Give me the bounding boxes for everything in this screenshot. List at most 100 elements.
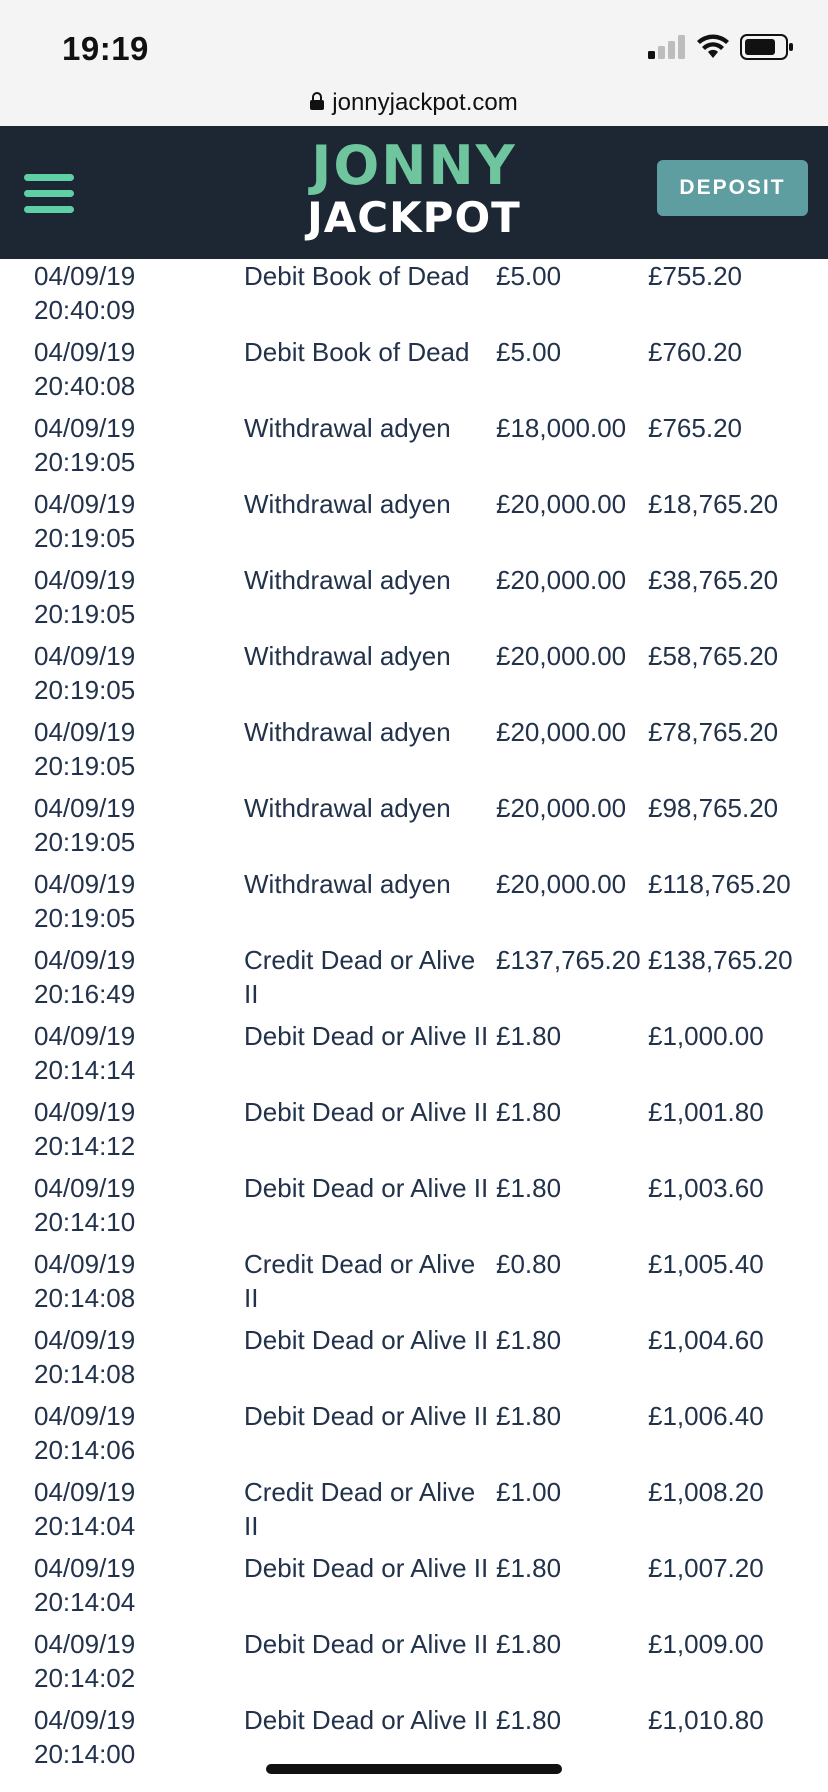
status-time: 19:19 <box>62 30 149 67</box>
transaction-date: 04/09/19 <box>34 337 136 367</box>
transaction-date: 04/09/19 <box>34 1401 136 1431</box>
transaction-date: 04/09/19 <box>34 869 136 899</box>
transaction-amount: £20,000.00 <box>496 565 627 595</box>
transaction-time: 20:14:10 <box>34 1207 136 1237</box>
transaction-date: 04/09/19 <box>34 565 136 595</box>
transaction-description: Credit Dead or Alive II <box>244 1477 476 1541</box>
transaction-date: 04/09/19 <box>34 489 136 519</box>
transaction-amount: £1.80 <box>496 1325 562 1355</box>
browser-url-bar[interactable]: jonnyjackpot.com <box>0 80 828 126</box>
transaction-amount: £1.80 <box>496 1705 562 1735</box>
transaction-date: 04/09/19 <box>34 1097 136 1127</box>
transaction-datetime: 04/09/19 20:14:04 <box>34 1551 234 1619</box>
transaction-balance: £1,001.80 <box>648 1097 764 1127</box>
table-row: 04/09/19 20:14:10 Debit Dead or Alive II £1… <box>0 1165 828 1241</box>
transaction-date: 04/09/19 <box>34 1553 136 1583</box>
status-bar: 19:19 <box>0 0 828 80</box>
transaction-balance: £1,004.60 <box>648 1325 764 1355</box>
home-indicator[interactable] <box>266 1764 562 1774</box>
wifi-icon <box>696 34 730 65</box>
transaction-date: 04/09/19 <box>34 1249 136 1279</box>
deposit-button[interactable]: DEPOSIT <box>657 160 808 216</box>
transaction-date: 04/09/19 <box>34 1705 136 1735</box>
table-row: 04/09/19 20:14:12 Debit Dead or Alive II £1… <box>0 1089 828 1165</box>
transaction-time: 20:19:05 <box>34 675 136 705</box>
transaction-description: Withdrawal adyen <box>244 793 451 823</box>
transaction-datetime: 04/09/19 20:14:04 <box>34 1475 234 1543</box>
hamburger-menu-icon[interactable] <box>24 174 74 214</box>
transaction-description: Credit Dead or Alive II <box>244 1249 476 1313</box>
transaction-amount: £1.00 <box>496 1477 562 1507</box>
site-header: JONNY JACKPOT DEPOSIT <box>0 126 828 259</box>
transaction-balance: £1,006.40 <box>648 1401 764 1431</box>
transaction-amount: £5.00 <box>496 337 562 367</box>
transaction-amount: £20,000.00 <box>496 641 627 671</box>
table-row: 04/09/19 20:16:49 Credit Dead or Alive II £… <box>0 937 828 1013</box>
transaction-description: Debit Dead or Alive II <box>244 1021 489 1051</box>
table-row: 04/09/19 20:14:04 Debit Dead or Alive II £1… <box>0 1545 828 1621</box>
transaction-description: Withdrawal adyen <box>244 565 451 595</box>
transaction-description: Debit Dead or Alive II <box>244 1173 489 1203</box>
table-row: 04/09/19 20:19:05 Withdrawal adyen £20,000.… <box>0 785 828 861</box>
transaction-description: Debit Book of Dead <box>244 261 470 291</box>
transaction-amount: £1.80 <box>496 1021 562 1051</box>
transaction-date: 04/09/19 <box>34 793 136 823</box>
transaction-time: 20:14:04 <box>34 1511 136 1541</box>
url-text: jonnyjackpot.com <box>332 89 518 116</box>
table-row: 04/09/19 20:14:00 Debit Dead or Alive II £1… <box>0 1697 828 1773</box>
transaction-description: Credit Dead or Alive II <box>244 945 476 1009</box>
transaction-datetime: 04/09/19 20:14:10 <box>34 1171 234 1239</box>
logo-top-text: JONNY <box>311 134 517 197</box>
transaction-balance: £38,765.20 <box>648 565 779 595</box>
transaction-amount: £20,000.00 <box>496 793 627 823</box>
transaction-time: 20:14:08 <box>34 1359 136 1389</box>
table-row: 04/09/19 20:19:05 Withdrawal adyen £20,000.… <box>0 861 828 937</box>
transaction-amount: £20,000.00 <box>496 869 627 899</box>
transaction-balance: £1,000.00 <box>648 1021 764 1051</box>
table-row: 04/09/19 20:19:05 Withdrawal adyen £20,000.… <box>0 709 828 785</box>
jonny-jackpot-logo[interactable]: JONNY JACKPOT <box>300 138 528 248</box>
transaction-datetime: 04/09/19 20:14:06 <box>34 1399 234 1467</box>
transaction-time: 20:16:49 <box>34 979 136 1009</box>
transaction-datetime: 04/09/19 20:19:05 <box>34 411 234 479</box>
transaction-balance: £58,765.20 <box>648 641 779 671</box>
transaction-balance: £755.20 <box>648 261 742 291</box>
transaction-balance: £1,010.80 <box>648 1705 764 1735</box>
transaction-description: Withdrawal adyen <box>244 489 451 519</box>
transaction-time: 20:19:05 <box>34 599 136 629</box>
transaction-description: Withdrawal adyen <box>244 717 451 747</box>
table-row: 04/09/19 20:14:06 Debit Dead or Alive II £1… <box>0 1393 828 1469</box>
transaction-datetime: 04/09/19 20:40:09 <box>34 259 234 327</box>
transaction-datetime: 04/09/19 20:14:02 <box>34 1627 234 1695</box>
transaction-datetime: 04/09/19 20:19:05 <box>34 639 234 707</box>
transaction-time: 20:19:05 <box>34 751 136 781</box>
transaction-date: 04/09/19 <box>34 1477 136 1507</box>
transaction-balance: £98,765.20 <box>648 793 779 823</box>
transaction-amount: £5.00 <box>496 261 562 291</box>
transaction-date: 04/09/19 <box>34 1173 136 1203</box>
transaction-description: Debit Dead or Alive II <box>244 1705 489 1735</box>
transaction-datetime: 04/09/19 20:19:05 <box>34 791 234 859</box>
table-row: 04/09/19 20:14:02 Debit Dead or Alive II £1… <box>0 1621 828 1697</box>
transaction-datetime: 04/09/19 20:14:08 <box>34 1323 234 1391</box>
transaction-time: 20:14:12 <box>34 1131 136 1161</box>
table-row: 04/09/19 20:19:05 Withdrawal adyen £18,000.… <box>0 405 828 481</box>
table-row: 04/09/19 20:14:08 Credit Dead or Alive II £… <box>0 1241 828 1317</box>
transaction-amount: £1.80 <box>496 1097 562 1127</box>
transaction-balance: £760.20 <box>648 337 742 367</box>
transaction-description: Debit Dead or Alive II <box>244 1097 489 1127</box>
transaction-amount: £0.80 <box>496 1249 562 1279</box>
transaction-amount: £1.80 <box>496 1629 562 1659</box>
transaction-date: 04/09/19 <box>34 261 136 291</box>
logo-bottom-text: JACKPOT <box>307 193 521 242</box>
table-row: 04/09/19 20:19:05 Withdrawal adyen £20,000.… <box>0 557 828 633</box>
transaction-time: 20:40:08 <box>34 371 136 401</box>
transaction-time: 20:19:05 <box>34 903 136 933</box>
transaction-datetime: 04/09/19 20:40:08 <box>34 335 234 403</box>
table-row: 04/09/19 20:14:08 Debit Dead or Alive II £1… <box>0 1317 828 1393</box>
transaction-datetime: 04/09/19 20:19:05 <box>34 487 234 555</box>
transaction-balance: £18,765.20 <box>648 489 779 519</box>
transaction-balance: £118,765.20 <box>648 869 791 899</box>
transaction-balance: £1,007.20 <box>648 1553 764 1583</box>
transaction-time: 20:14:14 <box>34 1055 136 1085</box>
